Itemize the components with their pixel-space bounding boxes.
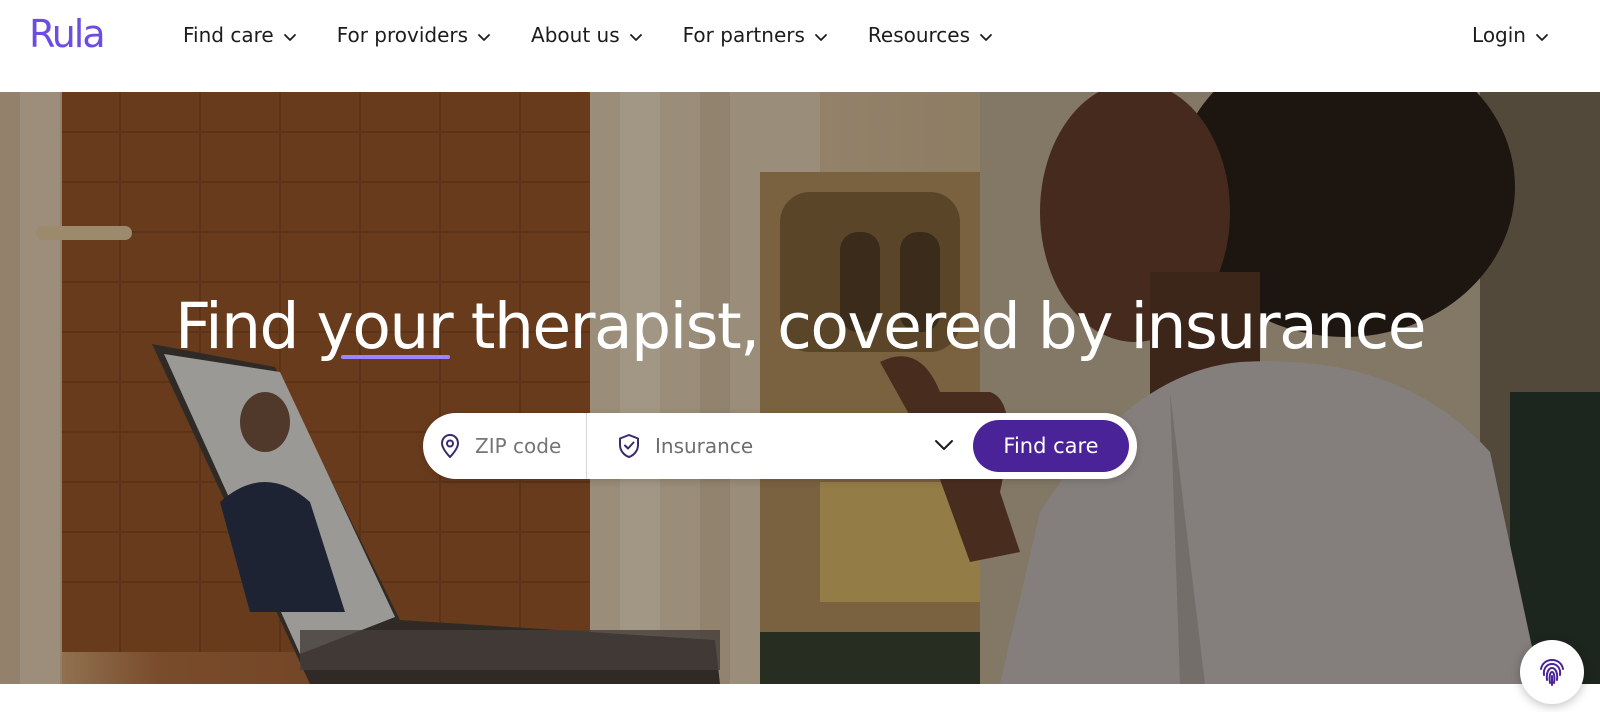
nav-item-label: Find care xyxy=(183,23,274,47)
chevron-down-icon xyxy=(478,33,490,41)
nav-item-label: About us xyxy=(531,23,620,47)
chevron-down-icon xyxy=(1536,33,1548,41)
login-menu[interactable]: Login xyxy=(1472,20,1549,50)
nav-item-find-care[interactable]: Find care xyxy=(183,20,297,50)
hero-overlay xyxy=(0,92,1600,684)
top-navigation: Rula Find care For providers About us Fo… xyxy=(0,0,1600,92)
nav-item-for-partners[interactable]: For partners xyxy=(683,20,828,50)
zip-code-field[interactable] xyxy=(423,413,587,479)
nav-item-label: Resources xyxy=(867,23,971,47)
care-search-bar: Insurance Find care xyxy=(423,413,1137,479)
login-label: Login xyxy=(1472,23,1526,47)
chevron-down-icon xyxy=(283,33,296,41)
nav-item-resources[interactable]: Resources xyxy=(868,20,993,50)
nav-item-for-providers[interactable]: For providers xyxy=(337,20,491,50)
shield-check-icon xyxy=(619,434,639,458)
nav-item-about-us[interactable]: About us xyxy=(531,20,643,50)
headline-prefix: Find xyxy=(174,290,317,363)
find-care-button[interactable]: Find care xyxy=(973,420,1129,472)
rula-logo[interactable]: Rula xyxy=(29,12,106,56)
headline-suffix: therapist, covered by insurance xyxy=(452,290,1427,363)
headline-accent-word: your xyxy=(316,290,454,363)
chevron-down-icon xyxy=(629,33,642,41)
privacy-badge[interactable] xyxy=(1520,640,1584,704)
zip-code-input[interactable] xyxy=(475,434,575,458)
chevron-down-icon xyxy=(980,33,992,41)
insurance-select[interactable]: Insurance xyxy=(587,413,973,479)
hero-headline: Find your therapist, covered by insuranc… xyxy=(0,290,1600,363)
nav-item-label: For providers xyxy=(336,23,469,47)
location-pin-icon xyxy=(441,434,459,458)
insurance-placeholder: Insurance xyxy=(655,434,754,458)
main-nav: Find care For providers About us For par… xyxy=(183,20,1033,50)
fingerprint-icon xyxy=(1540,658,1564,686)
nav-item-label: For partners xyxy=(682,23,805,47)
hero-section: Find your therapist, covered by insuranc… xyxy=(0,92,1600,684)
chevron-down-icon xyxy=(814,33,827,41)
chevron-down-icon xyxy=(935,440,953,450)
